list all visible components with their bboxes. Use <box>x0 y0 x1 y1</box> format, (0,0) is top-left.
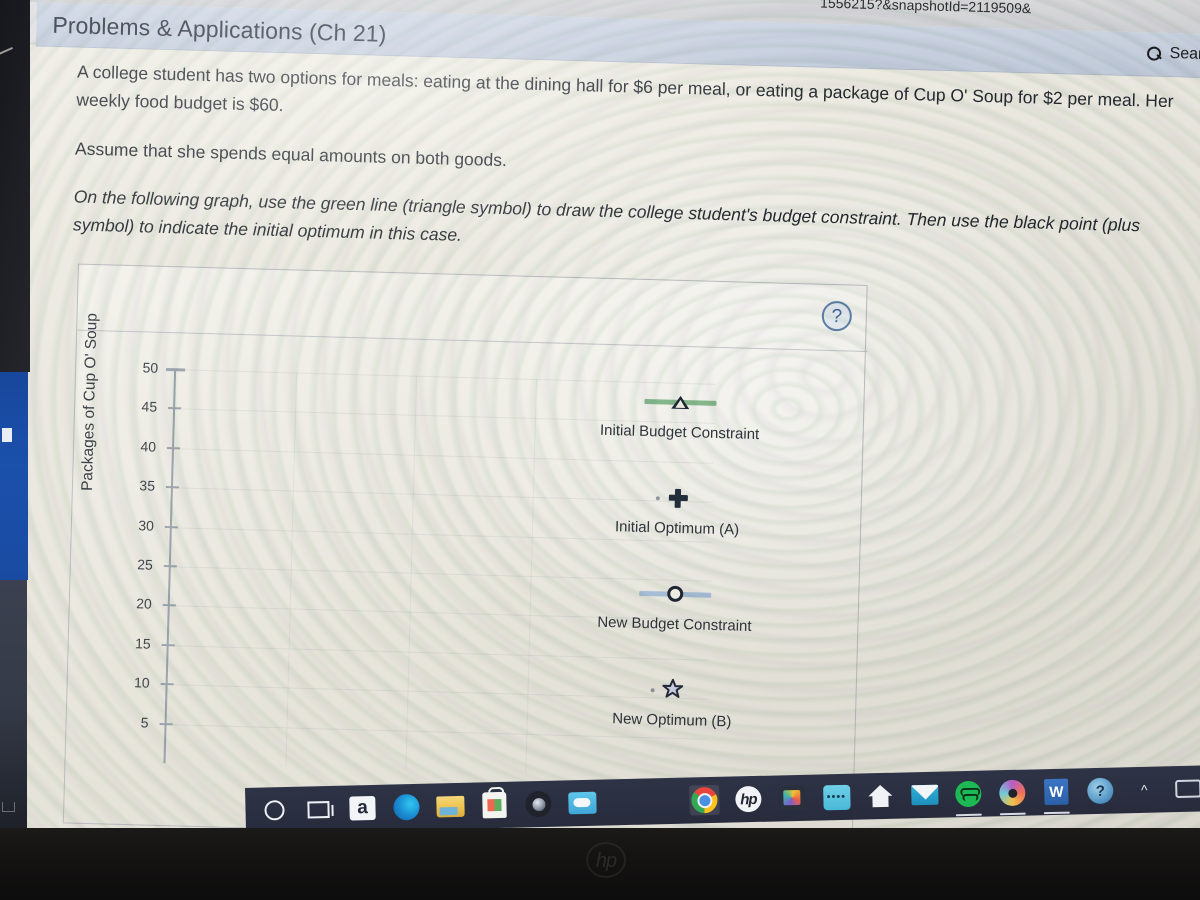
background-window-grey <box>0 580 27 832</box>
plus-marker <box>668 488 688 508</box>
cortana-circle-icon <box>264 800 285 821</box>
y-tick-label: 45 <box>141 398 158 416</box>
mail-envelope-icon <box>910 784 939 806</box>
stray-mark <box>0 41 14 55</box>
spotify-icon <box>955 780 982 808</box>
y-tick-label: 20 <box>135 595 153 613</box>
help-circle-icon: ? <box>1087 777 1114 805</box>
search-control[interactable]: Search th <box>1146 44 1200 64</box>
chevron-up-icon: ^ <box>1140 781 1148 798</box>
laptop-screen: 1556215?&snapshotId=2119509& Problems & … <box>0 0 1200 879</box>
legend-item[interactable]: Initial Optimum (A) <box>511 480 843 585</box>
home-icon <box>868 785 893 808</box>
taskbar-item-media-player[interactable] <box>997 778 1028 809</box>
camera-icon <box>525 790 552 818</box>
taskbar-item-mail[interactable] <box>909 780 940 811</box>
y-tick-label: 5 <box>140 714 149 731</box>
amazon-icon: a <box>349 795 376 821</box>
legend-label: New Optimum (B) <box>612 710 732 731</box>
taskbar-item-hp-support[interactable]: hp <box>733 784 764 815</box>
battery-icon <box>1175 779 1200 799</box>
photos-icon <box>779 785 806 811</box>
taskbar-item-help[interactable]: ? <box>1085 776 1116 807</box>
taskbar-spacer <box>611 801 675 803</box>
edge-browser-icon <box>393 793 420 821</box>
taskbar-item-cortana[interactable] <box>259 795 290 826</box>
taskbar-item-home[interactable] <box>865 781 896 812</box>
taskbar-item-chrome[interactable] <box>689 784 720 816</box>
star-marker <box>661 678 684 702</box>
circle-marker <box>667 585 684 603</box>
background-mini-shape <box>2 802 15 812</box>
background-window-dark <box>0 0 30 372</box>
photo-speck <box>655 496 660 501</box>
y-tick-label: 35 <box>139 477 156 494</box>
weather-cloud-icon <box>568 791 597 815</box>
store-bag-icon <box>482 791 507 819</box>
chrome-icon <box>691 786 718 814</box>
search-label: Search th <box>1169 45 1200 64</box>
background-tile <box>2 428 12 442</box>
taskbar-item-battery[interactable] <box>1173 773 1200 804</box>
word-icon: W <box>1044 778 1069 806</box>
legend-item[interactable]: Initial Budget Constraint <box>513 384 845 489</box>
legend-label: Initial Budget Constraint <box>599 421 760 444</box>
search-icon <box>1146 46 1161 61</box>
y-axis-label: Packages of Cup O' Soup <box>78 312 101 492</box>
problem-paragraph-3: On the following graph, use the green li… <box>72 186 1141 246</box>
task-view-icon <box>307 800 330 819</box>
taskbar-item-password-manager[interactable]: •••• <box>821 782 852 813</box>
disc-icon <box>999 779 1026 807</box>
taskbar-item-file-explorer[interactable] <box>435 791 466 822</box>
legend-label: New Budget Constraint <box>597 613 752 635</box>
taskbar-item-microsoft-store[interactable] <box>479 790 510 821</box>
triangle-marker <box>671 395 690 409</box>
legend-label: Initial Optimum (A) <box>614 518 740 539</box>
legend-key <box>515 384 846 419</box>
photo-of-laptop-screen: 1556215?&snapshotId=2119509& Problems & … <box>0 0 1200 900</box>
graph-card: ? Packages of Cup O' Soup 50 45 40 35 30 25 20… <box>62 263 869 846</box>
y-tick-label: 25 <box>137 556 154 573</box>
y-tick-label: 15 <box>134 635 151 652</box>
y-tick-label: 50 <box>142 359 159 376</box>
taskbar-item-edge[interactable] <box>391 792 422 823</box>
taskbar-item-camera[interactable] <box>523 789 554 820</box>
taskbar-item-weather[interactable] <box>567 788 598 819</box>
legend-item[interactable]: New Optimum (B) <box>505 672 837 777</box>
photo-speck <box>650 688 655 693</box>
taskbar-item-spotify[interactable] <box>953 779 984 810</box>
legend-item[interactable]: New Budget Constraint <box>508 576 840 681</box>
folder-icon <box>436 795 465 817</box>
background-window-blue <box>0 372 28 580</box>
y-tick-label: 10 <box>133 674 150 691</box>
y-tick-label: 30 <box>138 516 155 534</box>
chart-legend: Initial Budget Constraint Initial Optimum… <box>505 384 845 777</box>
y-tick-label: 40 <box>140 438 157 455</box>
taskbar-item-task-view[interactable] <box>303 794 334 825</box>
taskbar-item-photos[interactable] <box>777 783 808 814</box>
taskbar-item-amazon[interactable]: a <box>347 793 378 824</box>
gridline <box>176 369 716 385</box>
taskbar-item-word[interactable]: W <box>1041 777 1072 808</box>
password-icon: •••• <box>822 784 851 810</box>
hp-logo-bezel-icon: hp <box>586 842 626 878</box>
problem-text: A college student has two options for me… <box>72 57 1197 289</box>
problem-paragraph-2: Assume that she spends equal amounts on … <box>74 138 508 170</box>
hp-logo-icon: hp <box>735 785 762 813</box>
plot-area[interactable]: Packages of Cup O' Soup 50 45 40 35 30 25 20 15… <box>64 313 867 846</box>
taskbar-item-show-hidden-icons[interactable]: ^ <box>1129 774 1160 805</box>
